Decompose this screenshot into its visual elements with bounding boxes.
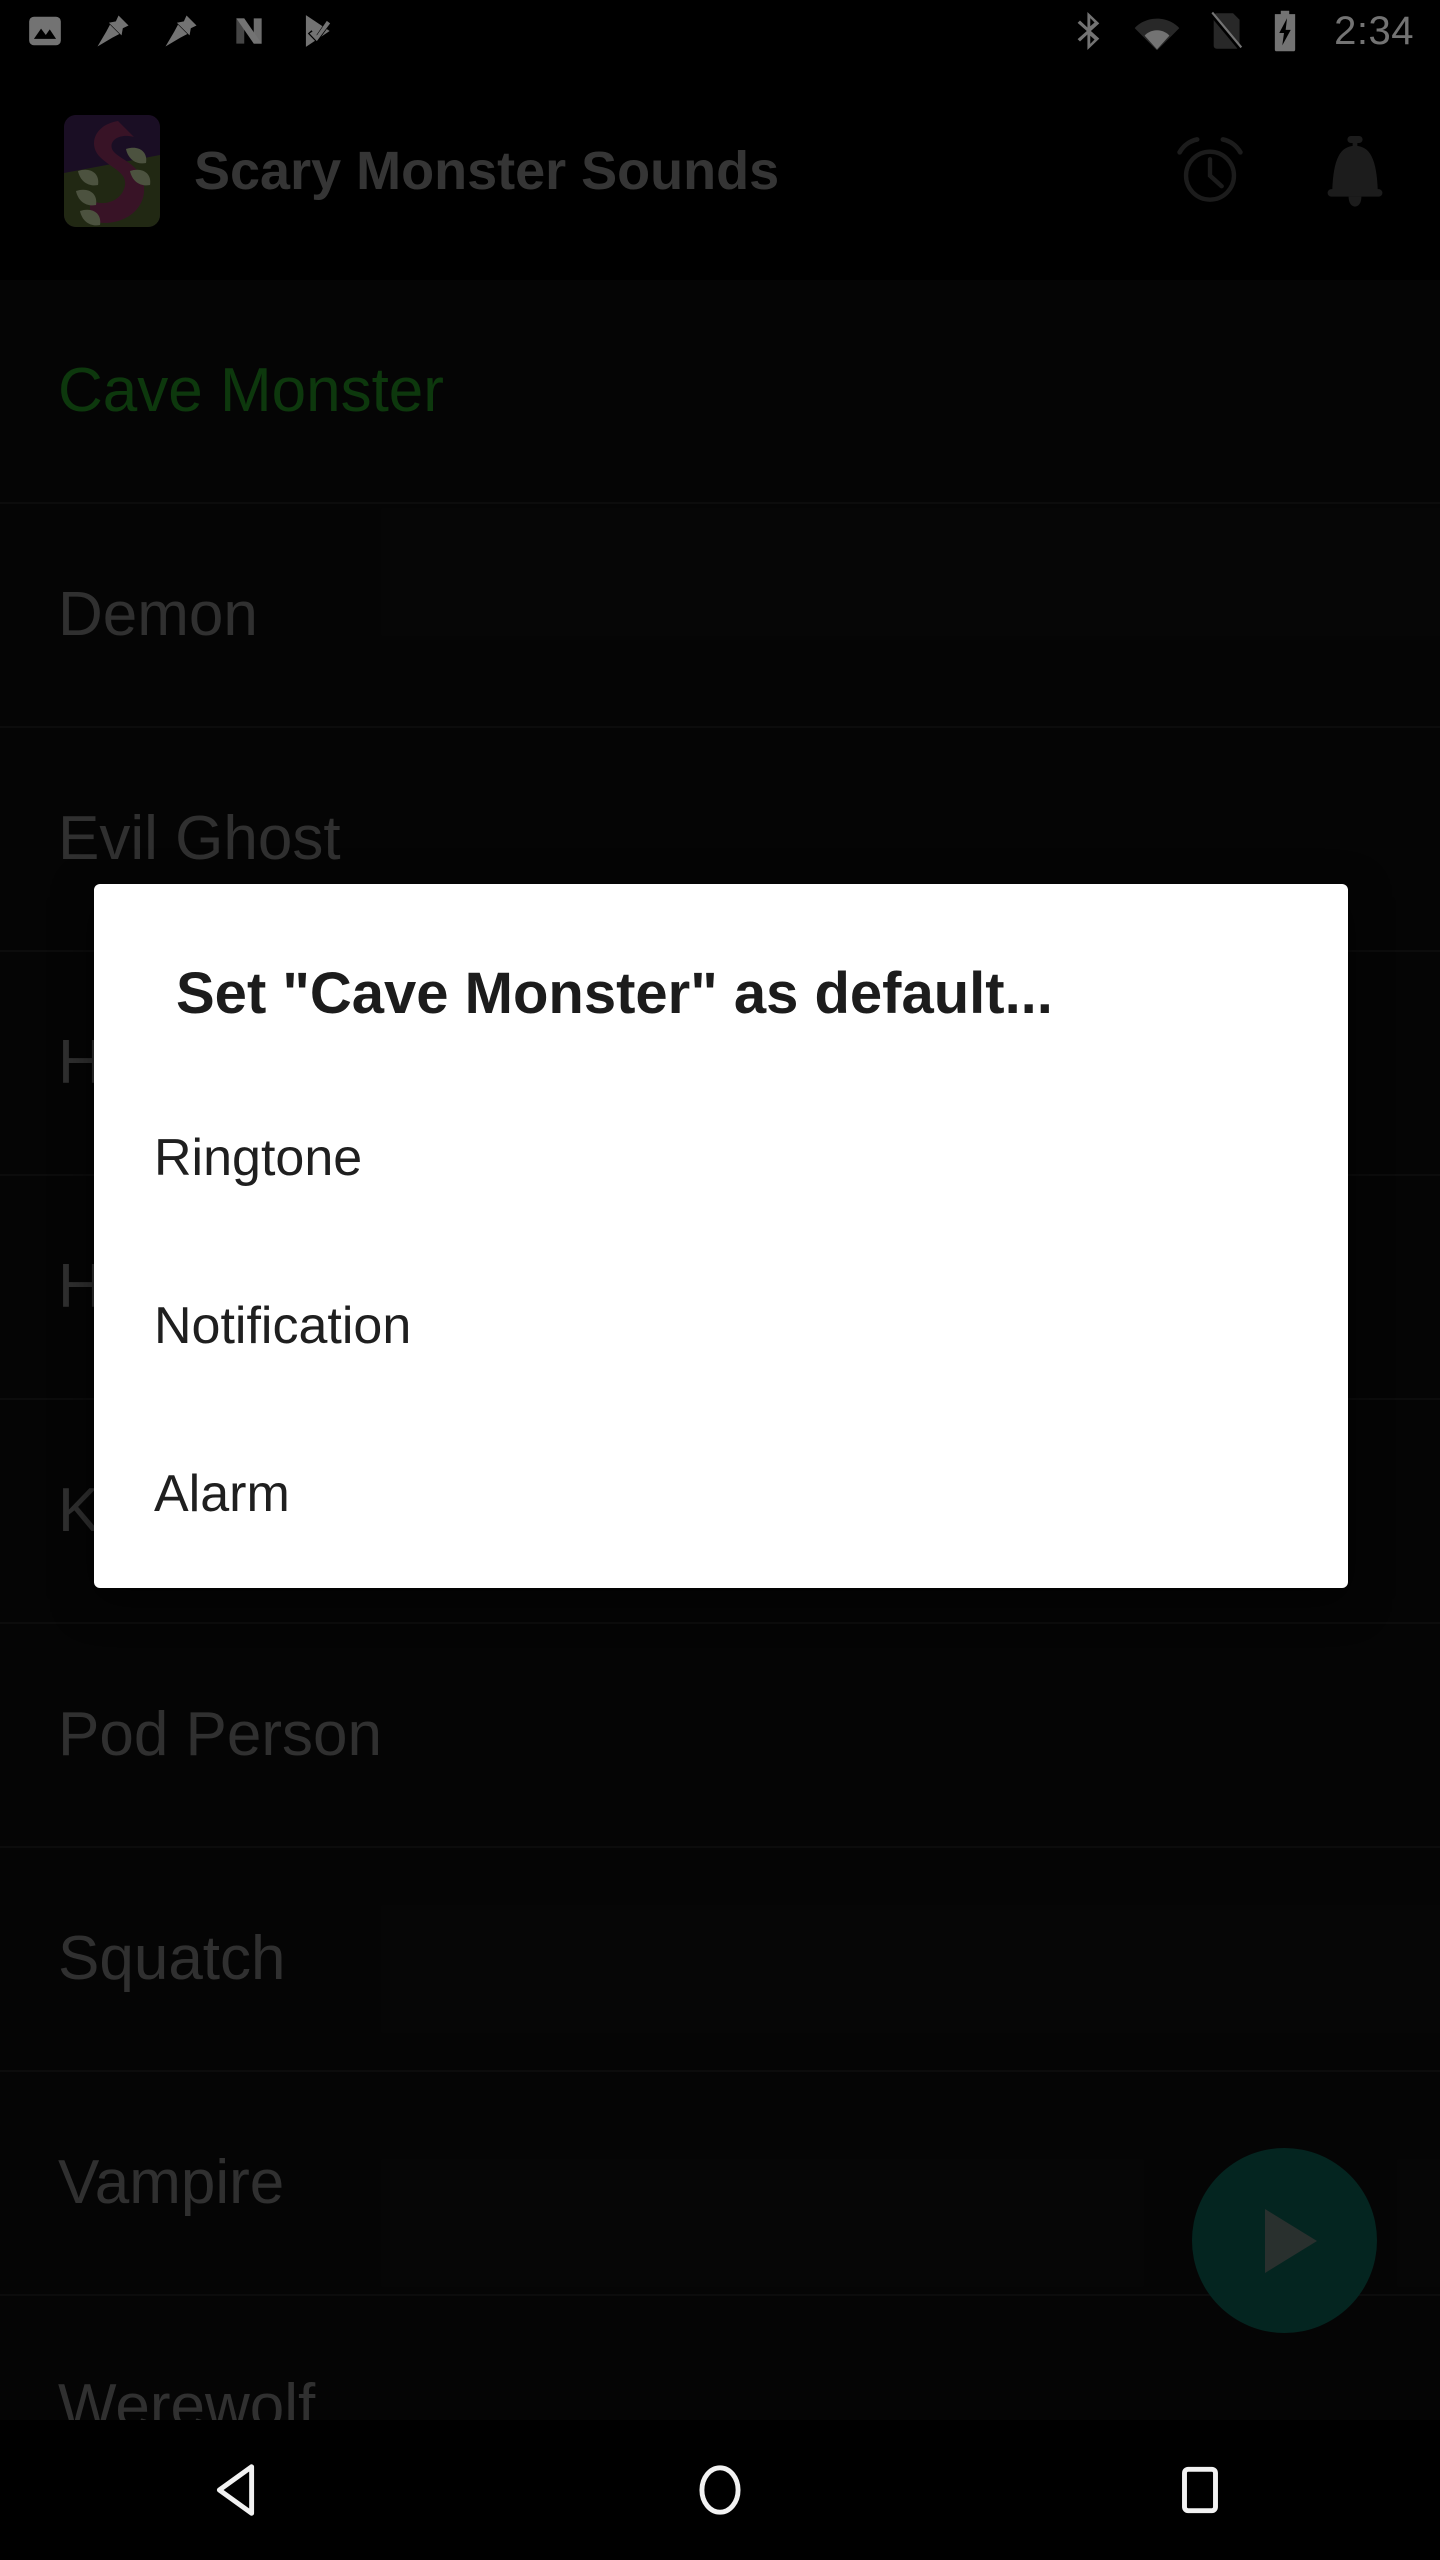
dialog-option[interactable]: Notification bbox=[94, 1242, 1348, 1410]
phone-screen: 2:34 Scary Monster Sou bbox=[0, 0, 1440, 2560]
recents-button[interactable] bbox=[1100, 2420, 1300, 2560]
dialog-option[interactable]: Ringtone bbox=[94, 1074, 1348, 1242]
set-default-dialog: Set "Cave Monster" as default... Rington… bbox=[94, 884, 1348, 1588]
circle-icon bbox=[699, 2465, 741, 2515]
dialog-option-label: Notification bbox=[154, 1297, 412, 1355]
back-button[interactable] bbox=[140, 2420, 340, 2560]
dialog-option-label: Ringtone bbox=[154, 1129, 363, 1187]
home-button[interactable] bbox=[620, 2420, 820, 2560]
triangle-left-icon bbox=[216, 2464, 255, 2516]
square-icon bbox=[1182, 2466, 1218, 2514]
dialog-option-label: Alarm bbox=[154, 1465, 290, 1523]
dialog-title: Set "Cave Monster" as default... bbox=[176, 961, 1053, 1026]
dialog-options-list: Ringtone Notification Alarm bbox=[94, 1074, 1348, 1578]
dialog-option[interactable]: Alarm bbox=[94, 1410, 1348, 1578]
navigation-bar bbox=[0, 2420, 1440, 2560]
